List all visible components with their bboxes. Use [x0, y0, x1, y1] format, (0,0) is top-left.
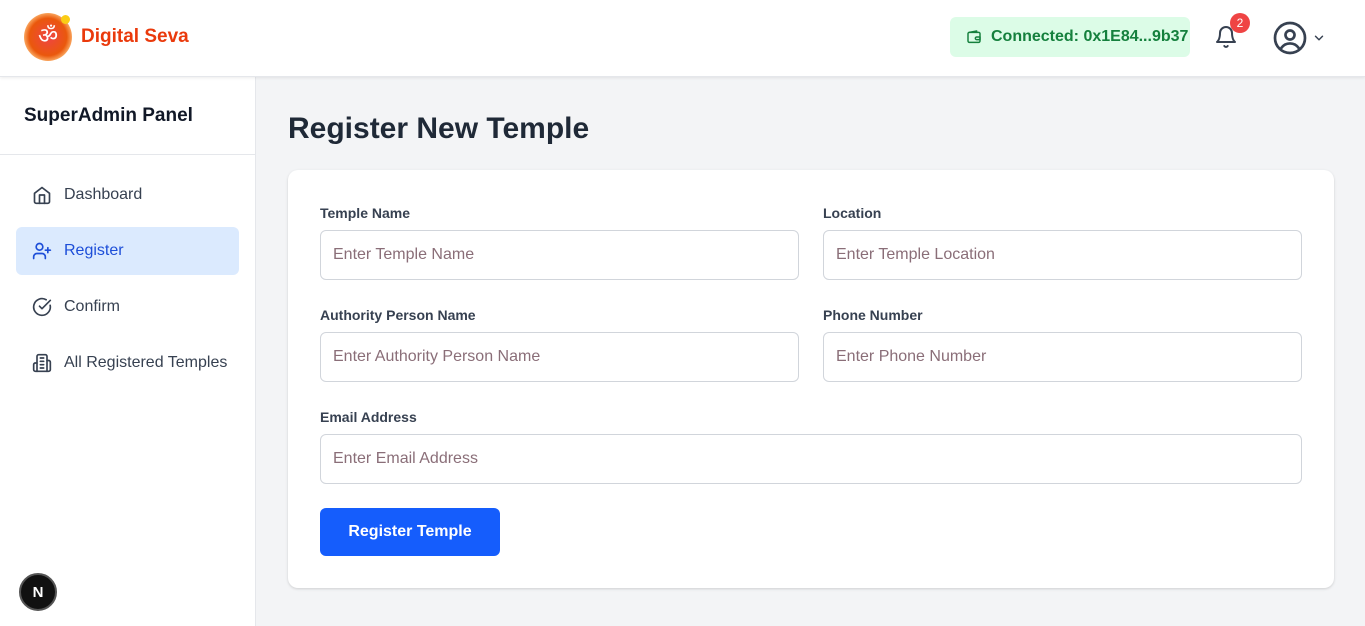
dev-tools-badge[interactable]: N — [19, 573, 57, 611]
sidebar-item-all-temples[interactable]: All Registered Temples — [16, 339, 239, 387]
location-input[interactable] — [823, 230, 1302, 280]
email-address-input[interactable] — [320, 434, 1302, 484]
sidebar-item-label: Dashboard — [64, 186, 143, 203]
authority-name-input[interactable] — [320, 332, 799, 382]
temple-name-input[interactable] — [320, 230, 799, 280]
profile-menu-button[interactable] — [1272, 20, 1326, 56]
om-logo-icon: ॐ — [24, 13, 72, 61]
brand[interactable]: ॐ Digital Seva — [24, 13, 189, 61]
location-label: Location — [823, 205, 882, 221]
user-circle-icon — [1273, 21, 1307, 55]
home-icon — [32, 185, 52, 205]
page-title: Register New Temple — [288, 112, 590, 145]
brand-name: Digital Seva — [81, 26, 189, 47]
sidebar-item-dashboard[interactable]: Dashboard — [16, 171, 239, 219]
check-circle-icon — [32, 297, 52, 317]
sidebar-item-label: All Registered Temples — [64, 354, 228, 371]
user-plus-icon — [32, 241, 52, 261]
logo-glyph: ॐ — [37, 24, 59, 49]
sidebar-nav: Dashboard Register Confirm All Registere… — [0, 155, 255, 387]
phone-number-label: Phone Number — [823, 307, 923, 323]
notification-count-badge: 2 — [1230, 13, 1250, 33]
authority-name-label: Authority Person Name — [320, 307, 476, 323]
top-header: ॐ Digital Seva Connected: 0x1E84...9b37 … — [0, 0, 1365, 77]
sidebar-item-label: Confirm — [64, 298, 121, 315]
chevron-down-icon — [1314, 35, 1324, 41]
sidebar-title: SuperAdmin Panel — [0, 77, 255, 155]
sidebar-item-register[interactable]: Register — [16, 227, 239, 275]
email-address-label: Email Address — [320, 409, 417, 425]
wallet-status-text: Connected: 0x1E84...9b37 — [991, 28, 1189, 45]
sidebar-item-label: Register — [64, 242, 124, 259]
register-temple-form: Temple Name Location Authority Person Na… — [288, 170, 1334, 588]
register-temple-button[interactable]: Register Temple — [320, 508, 500, 556]
sidebar: SuperAdmin Panel Dashboard Register Conf… — [0, 77, 256, 626]
building-icon — [32, 353, 52, 373]
phone-number-input[interactable] — [823, 332, 1302, 382]
sidebar-item-confirm[interactable]: Confirm — [16, 283, 239, 331]
temple-name-label: Temple Name — [320, 205, 410, 221]
wallet-icon — [967, 30, 981, 44]
wallet-status-badge[interactable]: Connected: 0x1E84...9b37 — [950, 17, 1190, 57]
